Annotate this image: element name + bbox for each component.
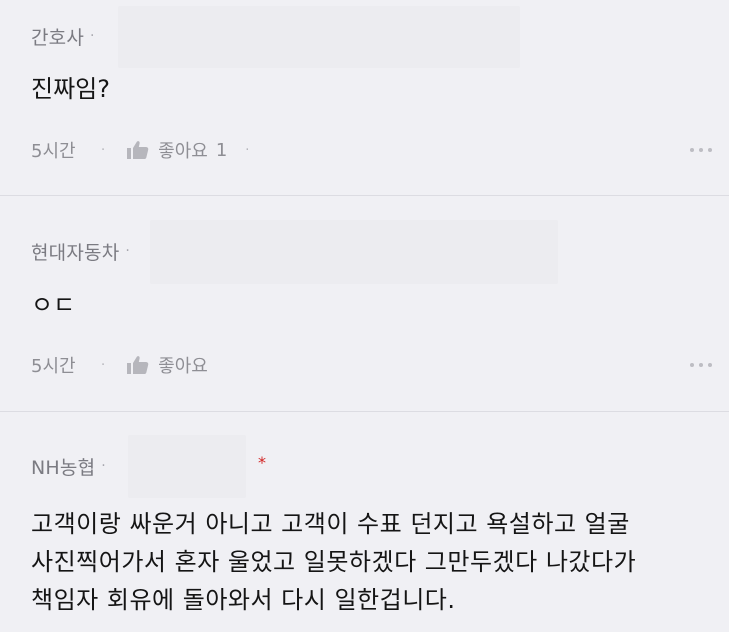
author-company[interactable]: 현대자동차 — [31, 238, 119, 265]
comment-divider — [0, 195, 729, 196]
comment-text-line: 사진찍어가서 혼자 울었고 일못하겠다 그만두겠다 나갔다가 — [31, 548, 637, 576]
meta-separator: · — [90, 28, 95, 44]
redacted-area — [128, 435, 246, 498]
footer-separator: · — [101, 142, 106, 158]
footer-separator: · — [245, 142, 250, 158]
comment-text-line: 책임자 회유에 돌아와서 다시 일한겁니다. — [31, 586, 456, 614]
comment-footer: 5시간 · 좋아요 — [31, 350, 712, 380]
like-button[interactable]: 좋아요 1 — [127, 137, 227, 163]
like-button[interactable]: 좋아요 — [127, 352, 216, 378]
comment-author-row: 간호사 · — [31, 21, 95, 51]
redacted-area — [118, 6, 520, 68]
like-count: 1 — [215, 139, 228, 161]
comment-text: 고객이랑 싸운거 아니고 고객이 수표 던지고 욕설하고 얼굴 사진찍어가서 혼… — [31, 505, 636, 619]
author-company[interactable]: 간호사 — [31, 23, 84, 50]
comment-author-row: NH농협 · — [31, 451, 106, 481]
comment-text: ㅇㄷ — [31, 291, 76, 319]
comment-footer: 5시간 · 좋아요 1 · — [31, 135, 712, 165]
thumbs-up-icon — [127, 356, 149, 374]
more-options-button[interactable] — [690, 359, 712, 371]
redacted-area — [150, 220, 558, 284]
required-mark: * — [258, 453, 266, 472]
meta-separator: · — [125, 243, 130, 259]
thumbs-up-icon — [127, 141, 149, 159]
comment-time: 5시간 — [31, 141, 76, 162]
comment-time: 5시간 — [31, 356, 76, 377]
comment-text: 진짜임? — [31, 75, 110, 103]
like-label: 좋아요 — [158, 356, 208, 377]
meta-separator: · — [101, 458, 106, 474]
comment-author-row: 현대자동차 · — [31, 236, 130, 266]
footer-separator: · — [101, 357, 106, 373]
more-horizontal-icon — [690, 148, 694, 152]
more-options-button[interactable] — [690, 144, 712, 156]
author-company[interactable]: NH농협 — [31, 453, 95, 480]
comment-divider — [0, 411, 729, 412]
like-label: 좋아요 — [158, 141, 208, 162]
comment-text-line: 고객이랑 싸운거 아니고 고객이 수표 던지고 욕설하고 얼굴 — [31, 510, 630, 538]
more-horizontal-icon — [690, 363, 694, 367]
